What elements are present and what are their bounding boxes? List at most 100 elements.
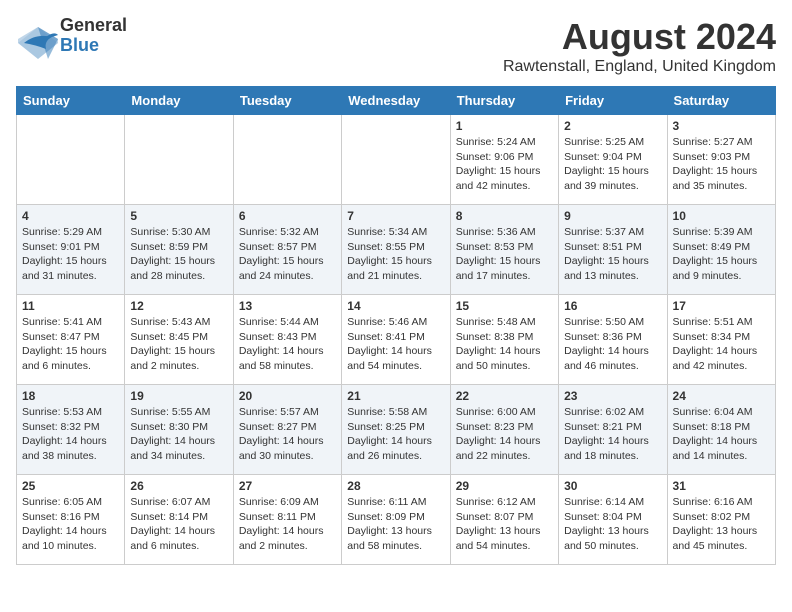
day-number: 27 (239, 479, 336, 493)
col-saturday: Saturday (667, 87, 775, 115)
calendar-header-row: Sunday Monday Tuesday Wednesday Thursday… (17, 87, 776, 115)
cell-details: Sunrise: 6:02 AMSunset: 8:21 PMDaylight:… (564, 405, 661, 464)
table-row: 15Sunrise: 5:48 AMSunset: 8:38 PMDayligh… (450, 295, 558, 385)
table-row: 17 Sunrise: 5:51 AMSunset: 8:34 PMDayligh… (667, 295, 775, 385)
table-row: 19 Sunrise: 5:55 AMSunset: 8:30 PMDayligh… (125, 385, 233, 475)
calendar-week-row: 4 Sunrise: 5:29 AMSunset: 9:01 PMDaylight… (17, 205, 776, 295)
cell-details: Sunrise: 5:24 AMSunset: 9:06 PMDaylight:… (456, 135, 553, 194)
day-number: 25 (22, 479, 119, 493)
cell-details: Sunrise: 6:07 AMSunset: 8:14 PMDaylight:… (130, 495, 227, 554)
table-row: 20 Sunrise: 5:57 AMSunset: 8:27 PMDayligh… (233, 385, 341, 475)
page-header: General Blue August 2024 Rawtenstall, En… (16, 16, 776, 76)
day-number: 22 (456, 389, 553, 403)
cell-details: Sunrise: 5:30 AMSunset: 8:59 PMDaylight:… (130, 225, 227, 284)
day-number: 2 (564, 119, 661, 133)
day-number: 20 (239, 389, 336, 403)
cell-details: Sunrise: 5:36 AMSunset: 8:53 PMDaylight:… (456, 225, 553, 284)
table-row: 28Sunrise: 6:11 AMSunset: 8:09 PMDayligh… (342, 475, 450, 565)
day-number: 7 (347, 209, 444, 223)
table-row: 18 Sunrise: 5:53 AMSunset: 8:32 PMDayligh… (17, 385, 125, 475)
cell-details: Sunrise: 5:37 AMSunset: 8:51 PMDaylight:… (564, 225, 661, 284)
cell-details: Sunrise: 6:16 AMSunset: 8:02 PMDaylight:… (673, 495, 770, 554)
day-number: 5 (130, 209, 227, 223)
cell-details: Sunrise: 6:12 AMSunset: 8:07 PMDaylight:… (456, 495, 553, 554)
table-row: 8 Sunrise: 5:36 AMSunset: 8:53 PMDaylight… (450, 205, 558, 295)
table-row: 14 Sunrise: 5:46 AMSunset: 8:41 PMDayligh… (342, 295, 450, 385)
table-row: 10 Sunrise: 5:39 AMSunset: 8:49 PMDayligh… (667, 205, 775, 295)
table-row: 7Sunrise: 5:34 AMSunset: 8:55 PMDaylight… (342, 205, 450, 295)
col-tuesday: Tuesday (233, 87, 341, 115)
title-section: August 2024 Rawtenstall, England, United… (503, 16, 776, 76)
day-number: 9 (564, 209, 661, 223)
cell-details: Sunrise: 5:32 AMSunset: 8:57 PMDaylight:… (239, 225, 336, 284)
page-title: August 2024 (503, 16, 776, 58)
cell-details: Sunrise: 5:53 AMSunset: 8:32 PMDaylight:… (22, 405, 119, 464)
table-row: 5 Sunrise: 5:30 AMSunset: 8:59 PMDaylight… (125, 205, 233, 295)
day-number: 21 (347, 389, 444, 403)
day-number: 4 (22, 209, 119, 223)
day-number: 15 (456, 299, 553, 313)
cell-details: Sunrise: 5:44 AMSunset: 8:43 PMDaylight:… (239, 315, 336, 374)
table-row: 22 Sunrise: 6:00 AMSunset: 8:23 PMDayligh… (450, 385, 558, 475)
logo: General Blue (16, 16, 127, 56)
day-number: 3 (673, 119, 770, 133)
cell-details: Sunrise: 6:00 AMSunset: 8:23 PMDaylight:… (456, 405, 553, 464)
cell-details: Sunrise: 5:55 AMSunset: 8:30 PMDaylight:… (130, 405, 227, 464)
cell-details: Sunrise: 6:05 AMSunset: 8:16 PMDaylight:… (22, 495, 119, 554)
cell-details: Sunrise: 6:11 AMSunset: 8:09 PMDaylight:… (347, 495, 444, 554)
table-row (17, 115, 125, 205)
day-number: 24 (673, 389, 770, 403)
cell-details: Sunrise: 5:57 AMSunset: 8:27 PMDaylight:… (239, 405, 336, 464)
table-row (342, 115, 450, 205)
table-row: 27Sunrise: 6:09 AMSunset: 8:11 PMDayligh… (233, 475, 341, 565)
table-row: 12 Sunrise: 5:43 AMSunset: 8:45 PMDayligh… (125, 295, 233, 385)
day-number: 14 (347, 299, 444, 313)
calendar-week-row: 25 Sunrise: 6:05 AMSunset: 8:16 PMDayligh… (17, 475, 776, 565)
day-number: 18 (22, 389, 119, 403)
page-subtitle: Rawtenstall, England, United Kingdom (503, 58, 776, 76)
cell-details: Sunrise: 5:39 AMSunset: 8:49 PMDaylight:… (673, 225, 770, 284)
table-row: 26 Sunrise: 6:07 AMSunset: 8:14 PMDayligh… (125, 475, 233, 565)
table-row: 13 Sunrise: 5:44 AMSunset: 8:43 PMDayligh… (233, 295, 341, 385)
day-number: 8 (456, 209, 553, 223)
day-number: 29 (456, 479, 553, 493)
cell-details: Sunrise: 5:46 AMSunset: 8:41 PMDaylight:… (347, 315, 444, 374)
cell-details: Sunrise: 5:25 AMSunset: 9:04 PMDaylight:… (564, 135, 661, 194)
table-row: 11Sunrise: 5:41 AMSunset: 8:47 PMDayligh… (17, 295, 125, 385)
day-number: 26 (130, 479, 227, 493)
cell-details: Sunrise: 5:51 AMSunset: 8:34 PMDaylight:… (673, 315, 770, 374)
day-number: 23 (564, 389, 661, 403)
cell-details: Sunrise: 5:58 AMSunset: 8:25 PMDaylight:… (347, 405, 444, 464)
cell-details: Sunrise: 5:29 AMSunset: 9:01 PMDaylight:… (22, 225, 119, 284)
table-row: 16Sunrise: 5:50 AMSunset: 8:36 PMDayligh… (559, 295, 667, 385)
table-row: 21 Sunrise: 5:58 AMSunset: 8:25 PMDayligh… (342, 385, 450, 475)
cell-details: Sunrise: 5:43 AMSunset: 8:45 PMDaylight:… (130, 315, 227, 374)
day-number: 13 (239, 299, 336, 313)
day-number: 1 (456, 119, 553, 133)
table-row: 4 Sunrise: 5:29 AMSunset: 9:01 PMDaylight… (17, 205, 125, 295)
col-wednesday: Wednesday (342, 87, 450, 115)
logo-blue: Blue (60, 36, 99, 56)
day-number: 11 (22, 299, 119, 313)
table-row: 30Sunrise: 6:14 AMSunset: 8:04 PMDayligh… (559, 475, 667, 565)
table-row: 6Sunrise: 5:32 AMSunset: 8:57 PMDaylight… (233, 205, 341, 295)
table-row: 23 Sunrise: 6:02 AMSunset: 8:21 PMDayligh… (559, 385, 667, 475)
day-number: 17 (673, 299, 770, 313)
day-number: 12 (130, 299, 227, 313)
col-friday: Friday (559, 87, 667, 115)
table-row (125, 115, 233, 205)
cell-details: Sunrise: 6:14 AMSunset: 8:04 PMDaylight:… (564, 495, 661, 554)
col-thursday: Thursday (450, 87, 558, 115)
day-number: 10 (673, 209, 770, 223)
day-number: 31 (673, 479, 770, 493)
calendar-week-row: 18 Sunrise: 5:53 AMSunset: 8:32 PMDayligh… (17, 385, 776, 475)
table-row: 2 Sunrise: 5:25 AMSunset: 9:04 PMDaylight… (559, 115, 667, 205)
calendar-table: Sunday Monday Tuesday Wednesday Thursday… (16, 86, 776, 565)
col-monday: Monday (125, 87, 233, 115)
table-row: 25 Sunrise: 6:05 AMSunset: 8:16 PMDayligh… (17, 475, 125, 565)
cell-details: Sunrise: 5:27 AMSunset: 9:03 PMDaylight:… (673, 135, 770, 194)
table-row (233, 115, 341, 205)
table-row: 9 Sunrise: 5:37 AMSunset: 8:51 PMDaylight… (559, 205, 667, 295)
logo-icon (16, 25, 56, 47)
day-number: 19 (130, 389, 227, 403)
